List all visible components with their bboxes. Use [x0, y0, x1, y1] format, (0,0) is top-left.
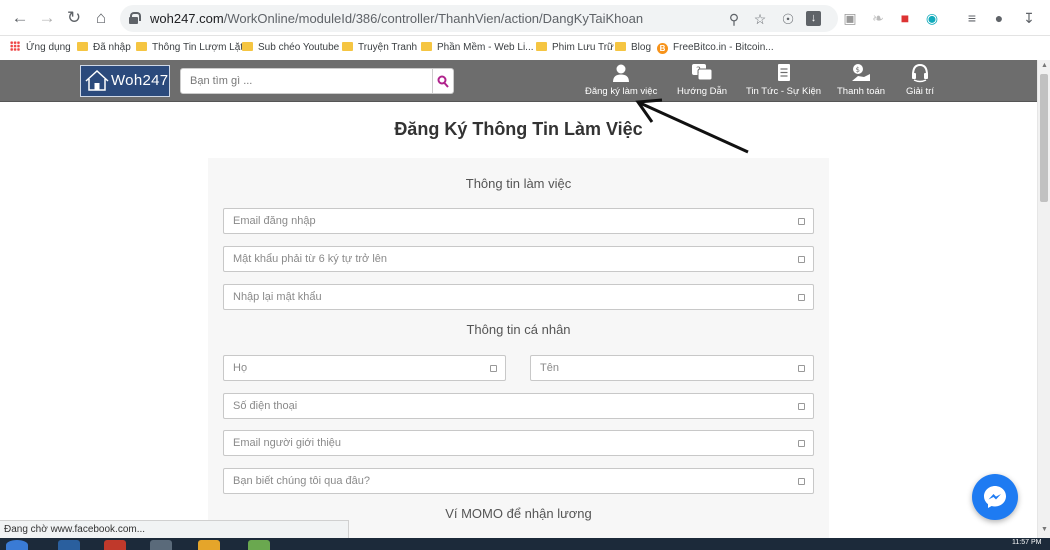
- first-name-input[interactable]: [531, 356, 813, 380]
- start-button-icon[interactable]: [6, 540, 28, 550]
- referrer-email-input[interactable]: [224, 431, 813, 455]
- field-icon: [798, 403, 805, 410]
- email-field[interactable]: [223, 208, 814, 234]
- scroll-up-icon[interactable]: ▲: [1040, 62, 1049, 69]
- last-name-field[interactable]: [223, 355, 506, 381]
- taskbar-app-icon[interactable]: [248, 540, 270, 550]
- first-name-field[interactable]: [530, 355, 814, 381]
- browser-status-bar: Đang chờ www.facebook.com...: [0, 520, 349, 538]
- confirm-password-field[interactable]: [223, 284, 814, 310]
- messenger-chat-button[interactable]: [972, 474, 1018, 520]
- phone-field[interactable]: [223, 393, 814, 419]
- section-title-momo: Ví MOMO để nhận lương: [445, 506, 592, 521]
- field-icon: [490, 365, 497, 372]
- taskbar-app-icon[interactable]: [150, 540, 172, 550]
- scroll-down-icon[interactable]: ▼: [1040, 526, 1049, 533]
- section-title-work: Thông tin làm việc: [465, 176, 572, 191]
- field-icon: [798, 365, 805, 372]
- field-icon: [798, 256, 805, 263]
- field-icon: [798, 440, 805, 447]
- messenger-icon: [984, 486, 1006, 508]
- os-taskbar: 11:57 PM: [0, 538, 1050, 550]
- field-icon: [798, 218, 805, 225]
- referrer-email-field[interactable]: [223, 430, 814, 456]
- taskbar-clock: 11:57 PM: [1012, 539, 1042, 546]
- source-input[interactable]: [224, 469, 813, 493]
- password-field[interactable]: [223, 246, 814, 272]
- page-scrollbar[interactable]: ▲ ▼: [1037, 60, 1050, 538]
- confirm-password-input[interactable]: [224, 285, 813, 309]
- taskbar-app-icon[interactable]: [104, 540, 126, 550]
- phone-input[interactable]: [224, 394, 813, 418]
- email-input[interactable]: [224, 209, 813, 233]
- last-name-input[interactable]: [224, 356, 505, 380]
- source-field[interactable]: [223, 468, 814, 494]
- taskbar-app-icon[interactable]: [58, 540, 80, 550]
- field-icon: [798, 478, 805, 485]
- scroll-thumb[interactable]: [1040, 74, 1048, 202]
- field-icon: [798, 294, 805, 301]
- section-title-personal: Thông tin cá nhân: [466, 322, 571, 337]
- registration-form: Thông tin làm việc Thông tin cá nhân Ví …: [208, 158, 829, 538]
- taskbar-app-icon[interactable]: [198, 540, 220, 550]
- password-input[interactable]: [224, 247, 813, 271]
